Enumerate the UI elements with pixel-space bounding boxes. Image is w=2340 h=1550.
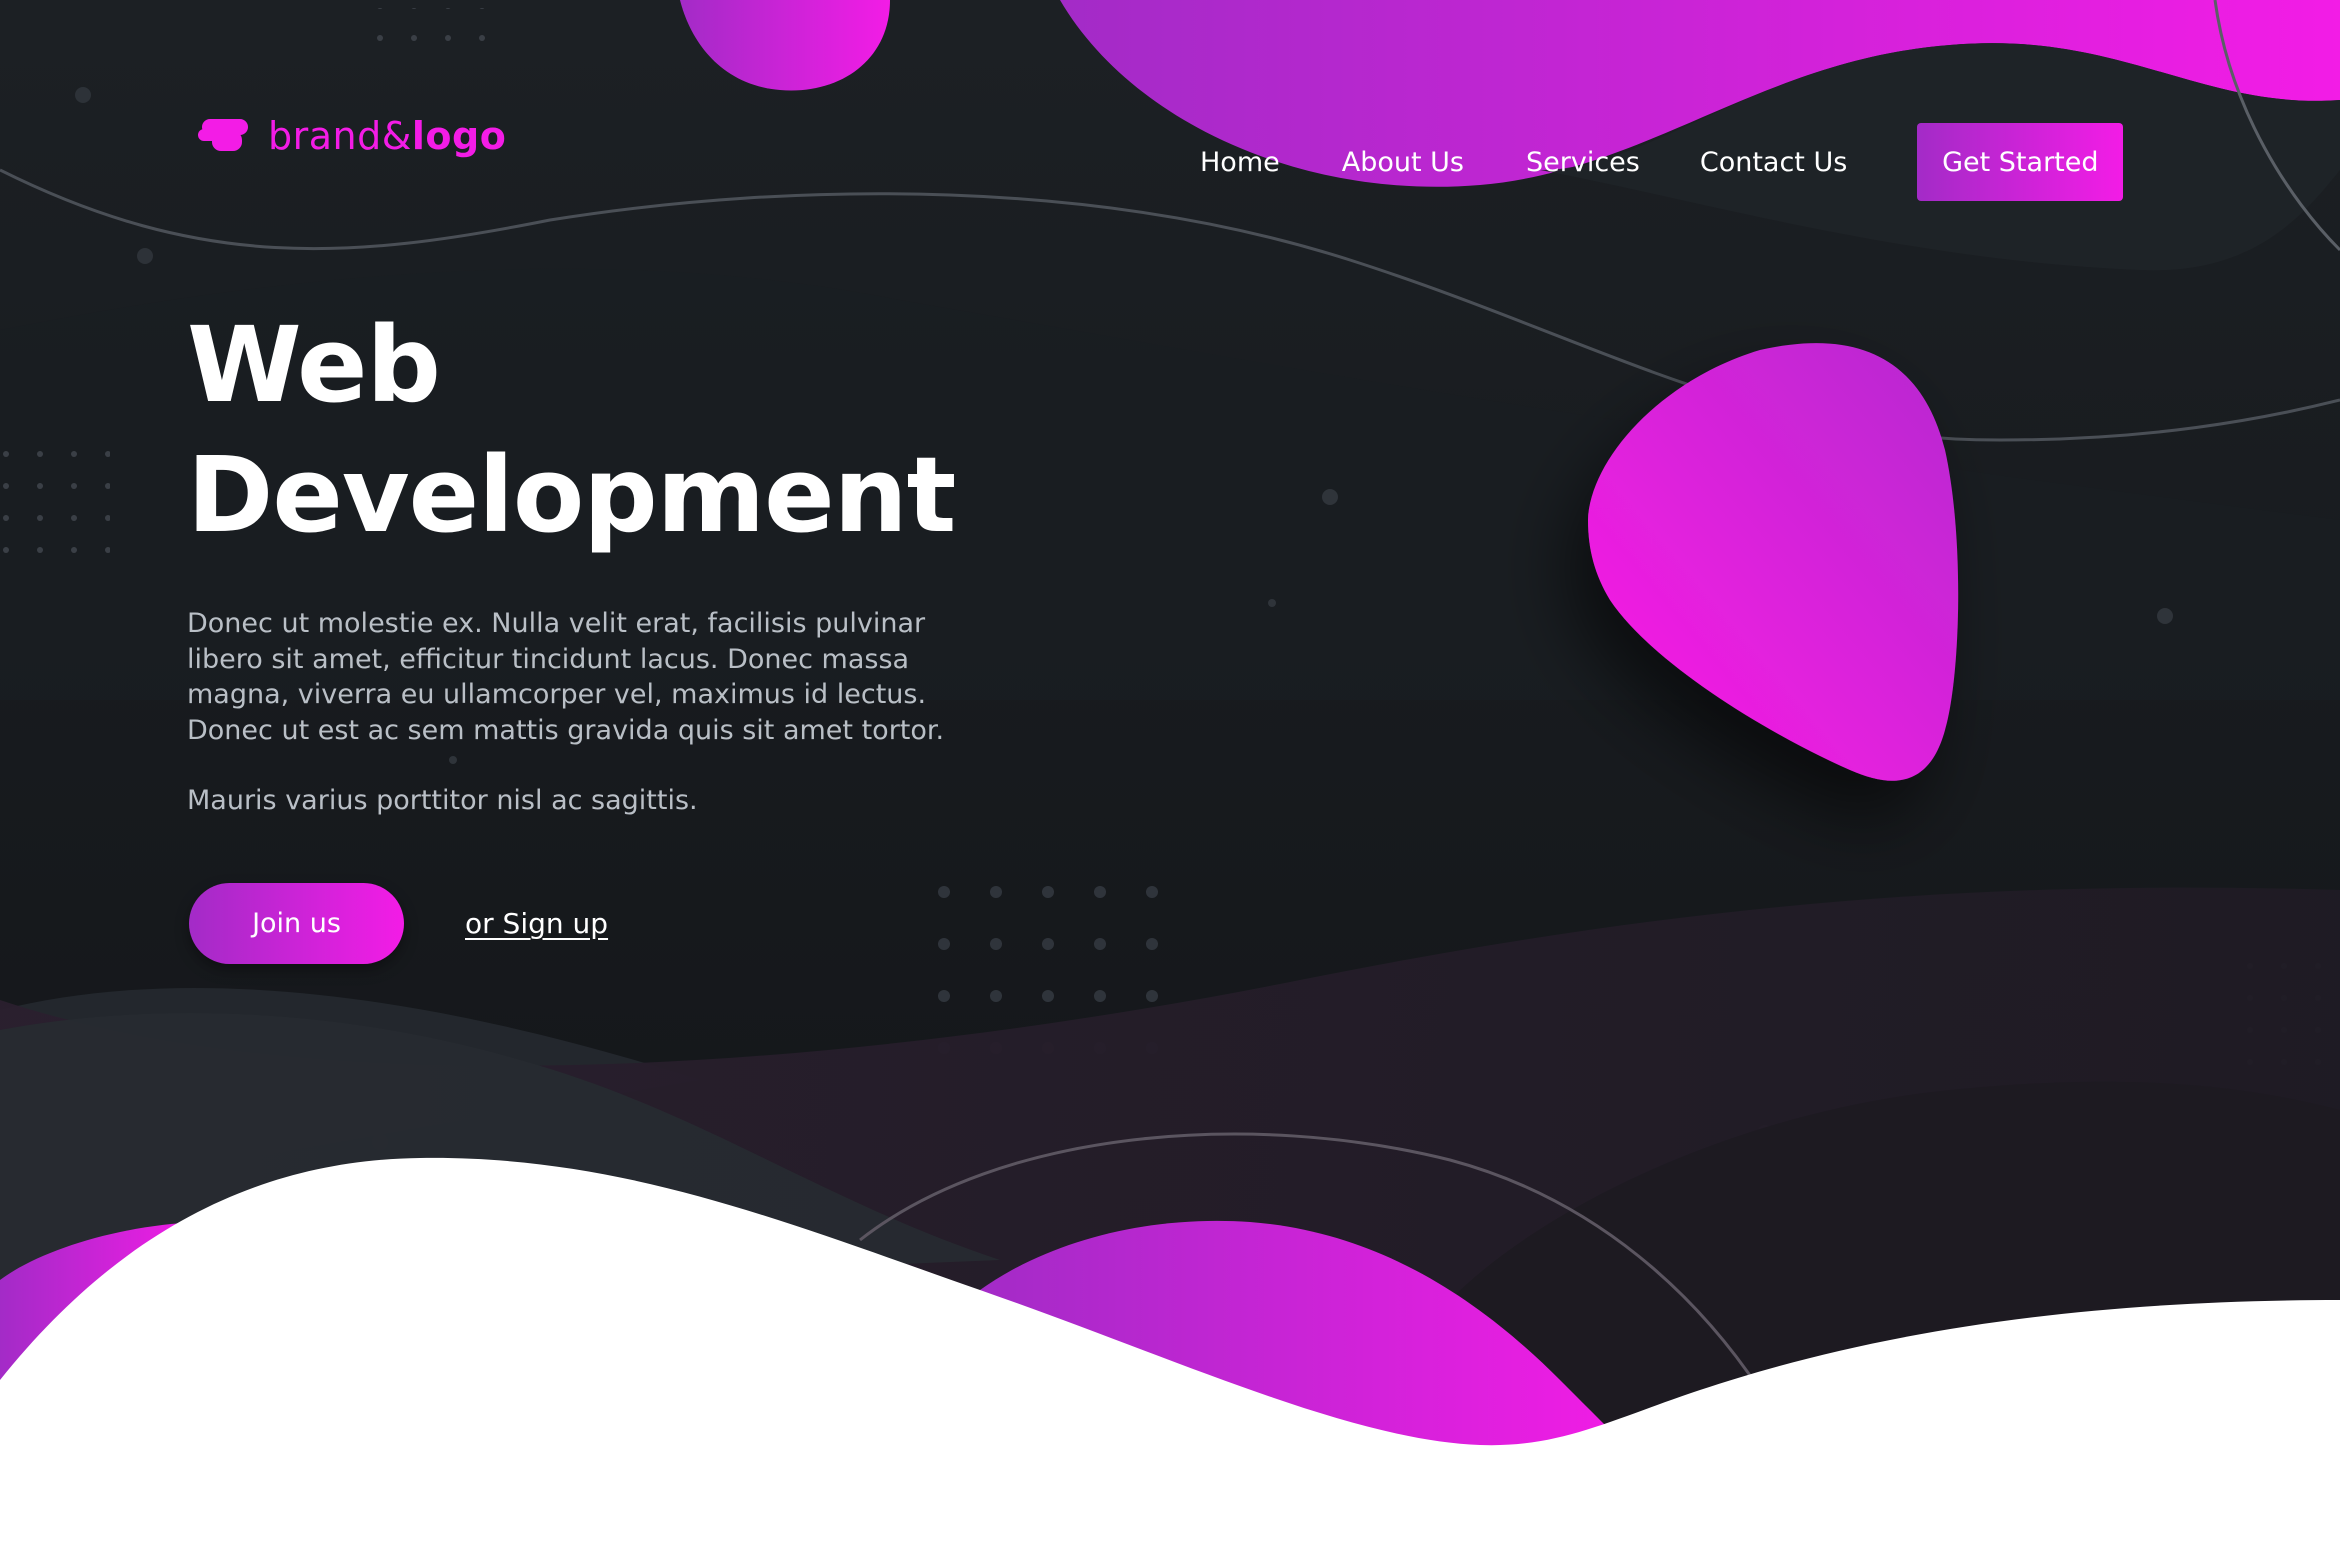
main-navigation: Home About Us Services Contact Us Get St… [1200, 123, 2124, 201]
brand-logo[interactable]: brand&logo [198, 114, 506, 158]
brand-name-regular: brand& [268, 114, 412, 158]
hero-title-line-2: Development [187, 434, 956, 556]
nav-link-services[interactable]: Services [1526, 147, 1640, 178]
hero-title-line-1: Web [187, 304, 441, 426]
hero-title: Web Development [187, 300, 956, 560]
sign-up-link[interactable]: or Sign up [465, 907, 608, 940]
brand-mark-icon [198, 119, 248, 151]
brand-name-bold: logo [411, 114, 507, 158]
nav-link-home[interactable]: Home [1200, 147, 1280, 178]
get-started-button[interactable]: Get Started [1917, 123, 2124, 201]
brand-name: brand&logo [268, 114, 506, 158]
nav-link-about-us[interactable]: About Us [1342, 147, 1464, 178]
join-us-button[interactable]: Join us [189, 883, 404, 964]
hero-description: Donec ut molestie ex. Nulla velit erat, … [187, 608, 945, 746]
hero-subtext: Mauris varius porttitor nisl ac sagittis… [187, 785, 698, 816]
nav-link-contact-us[interactable]: Contact Us [1700, 147, 1847, 178]
